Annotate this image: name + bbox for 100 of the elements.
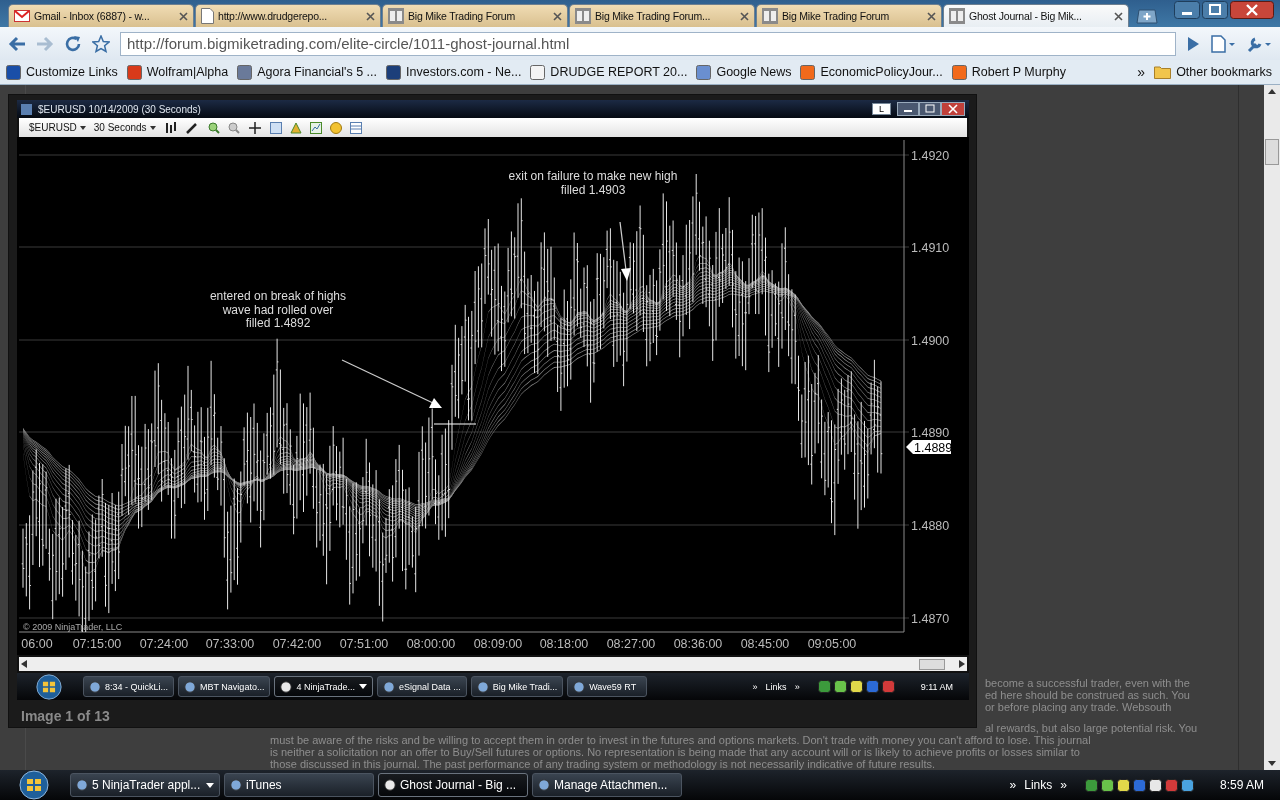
- time-axis-label: 08:45:00: [740, 637, 790, 651]
- time-axis-label: 07:51:00: [339, 637, 389, 651]
- vertical-scrollbar[interactable]: [1264, 85, 1280, 770]
- last-price-label: 1.4889: [906, 440, 953, 455]
- links-toolbar[interactable]: Links: [1024, 778, 1053, 792]
- bar-chart-icon[interactable]: [163, 121, 178, 134]
- app-icon: [230, 779, 242, 791]
- tray-icon[interactable]: [1148, 778, 1162, 792]
- scroll-right-icon[interactable]: [959, 660, 965, 668]
- play-icon[interactable]: [1186, 35, 1200, 52]
- price-axis-label: 1.4900: [911, 334, 950, 348]
- bookmark-link[interactable]: Robert P Murphy: [951, 64, 1067, 80]
- disclaimer-text: or before placing any trade. Websouth: [985, 701, 1173, 713]
- grid-icon[interactable]: [349, 121, 362, 134]
- window-controls-icon[interactable]: [897, 102, 965, 116]
- new-tab-icon[interactable]: [1136, 9, 1158, 24]
- taskbar-button[interactable]: Wave59 RT: [567, 676, 648, 697]
- time-axis-label: 07:24:00: [139, 637, 189, 651]
- browser-tab[interactable]: Big Mike Trading Forum: [756, 4, 942, 27]
- forum-logo-icon: [388, 8, 404, 24]
- zoom-out-icon[interactable]: [227, 121, 240, 134]
- bookmark-link[interactable]: Customize Links: [6, 64, 118, 80]
- interval-dropdown[interactable]: 30 Seconds: [93, 122, 156, 133]
- scroll-thumb-icon[interactable]: [919, 658, 945, 670]
- scroll-left-icon[interactable]: [21, 660, 27, 668]
- time-axis-label: 07:42:00: [272, 637, 322, 651]
- app-icon: [384, 779, 396, 791]
- bookmark-folder[interactable]: Other bookmarks: [1154, 65, 1272, 79]
- taskbar-button[interactable]: eSignal Data ...: [377, 676, 467, 697]
- tray-icon[interactable]: [1100, 778, 1114, 792]
- close-icon[interactable]: [1114, 11, 1123, 21]
- toolbar-chevron[interactable]: »: [1060, 778, 1067, 792]
- taskbar-button[interactable]: Manage Attachmen...: [532, 773, 682, 797]
- caret-icon[interactable]: [359, 684, 368, 689]
- back-arrow-icon[interactable]: [8, 35, 26, 52]
- page-menu-icon[interactable]: [1210, 34, 1236, 53]
- disclaimer-text: is neither a solicitation nor an offer to Buy/Sell futures or options. No representation is being made that any account will or is likely to achieve profits or losses similar to: [270, 746, 1081, 758]
- window-icon: [21, 103, 32, 115]
- browser-tab[interactable]: Gmail - Inbox (6887) - w...: [8, 4, 194, 27]
- zoom-in-icon[interactable]: [207, 121, 220, 134]
- time-axis-label: 06:00: [21, 637, 53, 651]
- price-axis-label: 1.4890: [911, 426, 950, 440]
- forum-logo-icon: [762, 8, 778, 24]
- browser-tab[interactable]: http://www.drudgerepo...: [195, 4, 381, 27]
- toolbar-chevron[interactable]: »: [752, 681, 758, 692]
- annotation-arrow: [619, 221, 631, 281]
- address-field[interactable]: http://forum.bigmiketrading.com/elite-circle/1011-ghost-journal.html: [120, 31, 1176, 56]
- taskbar-button[interactable]: Big Mike Tradi...: [470, 676, 564, 697]
- time-axis-label: 08:00:00: [406, 637, 456, 651]
- price-axis-label: 1.4910: [911, 241, 950, 255]
- app-icon: [538, 779, 550, 791]
- bookmark-link[interactable]: Google News: [696, 64, 792, 80]
- taskbar-button[interactable]: iTunes: [224, 773, 374, 797]
- taskbar-button[interactable]: 5 NinjaTrader appl...: [70, 773, 220, 797]
- taskbar-button[interactable]: Ghost Journal - Big ...: [378, 773, 528, 797]
- tray-icon[interactable]: [1180, 778, 1194, 792]
- overflow-chevron[interactable]: »: [1137, 64, 1146, 80]
- toolbar-chevron[interactable]: »: [794, 681, 800, 692]
- bookmark-link[interactable]: DRUDGE REPORT 20...: [530, 64, 688, 80]
- maximize-icon[interactable]: [1202, 1, 1228, 19]
- star-icon[interactable]: [92, 34, 110, 53]
- line-chart-icon[interactable]: [309, 121, 322, 134]
- tray-icon[interactable]: [833, 680, 847, 693]
- taskbar-button[interactable]: MBT Navigato...: [178, 676, 271, 697]
- time-axis-label: 08:36:00: [673, 637, 723, 651]
- close-icon[interactable]: [1230, 1, 1274, 19]
- horizontal-scrollbar[interactable]: [19, 657, 967, 671]
- clock-text: 9:11 AM: [919, 681, 954, 692]
- reload-icon[interactable]: [64, 34, 82, 53]
- disclaimer-text: must be aware of the risks and be willing to accept them in order to invest in the futures and options markets. Don't trade with money you can't afford to lose. This journal: [270, 734, 1092, 746]
- entry-price-line: [433, 423, 477, 425]
- caret-icon[interactable]: [206, 782, 214, 788]
- clock-text: 8:59 AM: [1218, 778, 1265, 792]
- minimize-icon[interactable]: [1174, 1, 1200, 19]
- taskbar-button[interactable]: 8:34 - QuickLi...: [83, 676, 175, 697]
- bookmark-link[interactable]: Wolfram|Alpha: [126, 64, 229, 80]
- scroll-thumb-icon[interactable]: [1265, 139, 1279, 165]
- taskbar-button[interactable]: 4 NinjaTrade...: [274, 676, 374, 697]
- app-icon: [184, 680, 197, 693]
- toolbar-chevron[interactable]: »: [1009, 778, 1017, 792]
- start-button-icon[interactable]: [18, 770, 50, 800]
- bookmark-link[interactable]: Investors.com - Ne...: [386, 64, 522, 80]
- tray-icon[interactable]: [849, 680, 863, 693]
- image-caption: Image 1 of 13: [21, 708, 111, 724]
- window-title: $EURUSD 10/14/2009 (30 Seconds): [38, 103, 202, 115]
- instrument-dropdown[interactable]: $EURUSD: [29, 122, 86, 133]
- browser-tab[interactable]: Big Mike Trading Forum: [382, 4, 568, 27]
- price-axis-label: 1.4880: [911, 519, 950, 533]
- crosshair-icon[interactable]: [247, 121, 262, 134]
- tray-icon[interactable]: [1116, 778, 1130, 792]
- bookmark-link[interactable]: EconomicPolicyJour...: [800, 64, 943, 80]
- start-button-icon[interactable]: [35, 673, 63, 700]
- coin-icon[interactable]: [329, 121, 342, 134]
- browser-tab[interactable]: Ghost Journal - Big Mik...: [943, 4, 1129, 27]
- link-button[interactable]: L: [872, 103, 891, 115]
- pencil-icon[interactable]: [185, 121, 200, 134]
- browser-tab[interactable]: Big Mike Trading Forum...: [569, 4, 755, 27]
- time-axis-label: 07:33:00: [205, 637, 255, 651]
- bookmark-link[interactable]: Agora Financial's 5 ...: [237, 64, 378, 80]
- links-toolbar[interactable]: Links: [765, 681, 787, 692]
